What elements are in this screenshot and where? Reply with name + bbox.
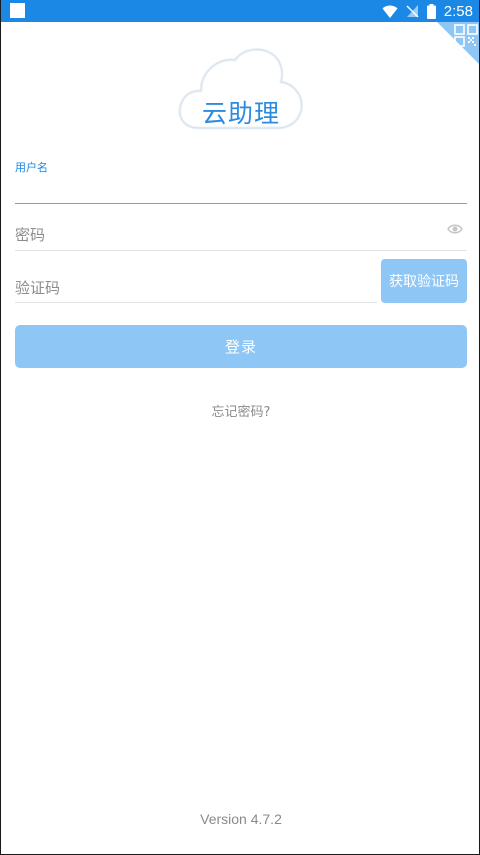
status-time: 2:58 (443, 2, 473, 20)
password-underline (15, 250, 467, 251)
username-label: 用户名 (15, 161, 48, 174)
notification-icon (10, 3, 25, 18)
verification-code-input[interactable]: 验证码 (15, 277, 60, 298)
status-bar: 2:58 (1, 0, 479, 22)
username-underline (15, 203, 467, 204)
battery-icon (426, 3, 436, 19)
wifi-icon (382, 5, 398, 18)
app-logo: 云助理 (177, 42, 305, 132)
qr-scan-icon[interactable] (433, 22, 479, 64)
no-signal-icon (406, 5, 419, 18)
get-code-button[interactable]: 获取验证码 (381, 259, 467, 303)
forgot-password-link[interactable]: 忘记密码? (1, 401, 479, 420)
verification-underline (15, 302, 377, 303)
login-button[interactable]: 登录 (15, 325, 467, 368)
status-icons: 2:58 (382, 0, 473, 22)
logo-text: 云助理 (201, 99, 280, 128)
login-screen: 2:58 云助理 用户名 密码 验证码 获取验证码 登录 忘记密码? Versi… (0, 0, 480, 855)
password-input[interactable]: 密码 (15, 224, 45, 245)
eye-icon[interactable] (447, 223, 463, 235)
version-label: Version 4.7.2 (200, 811, 282, 827)
username-input[interactable] (15, 176, 467, 202)
